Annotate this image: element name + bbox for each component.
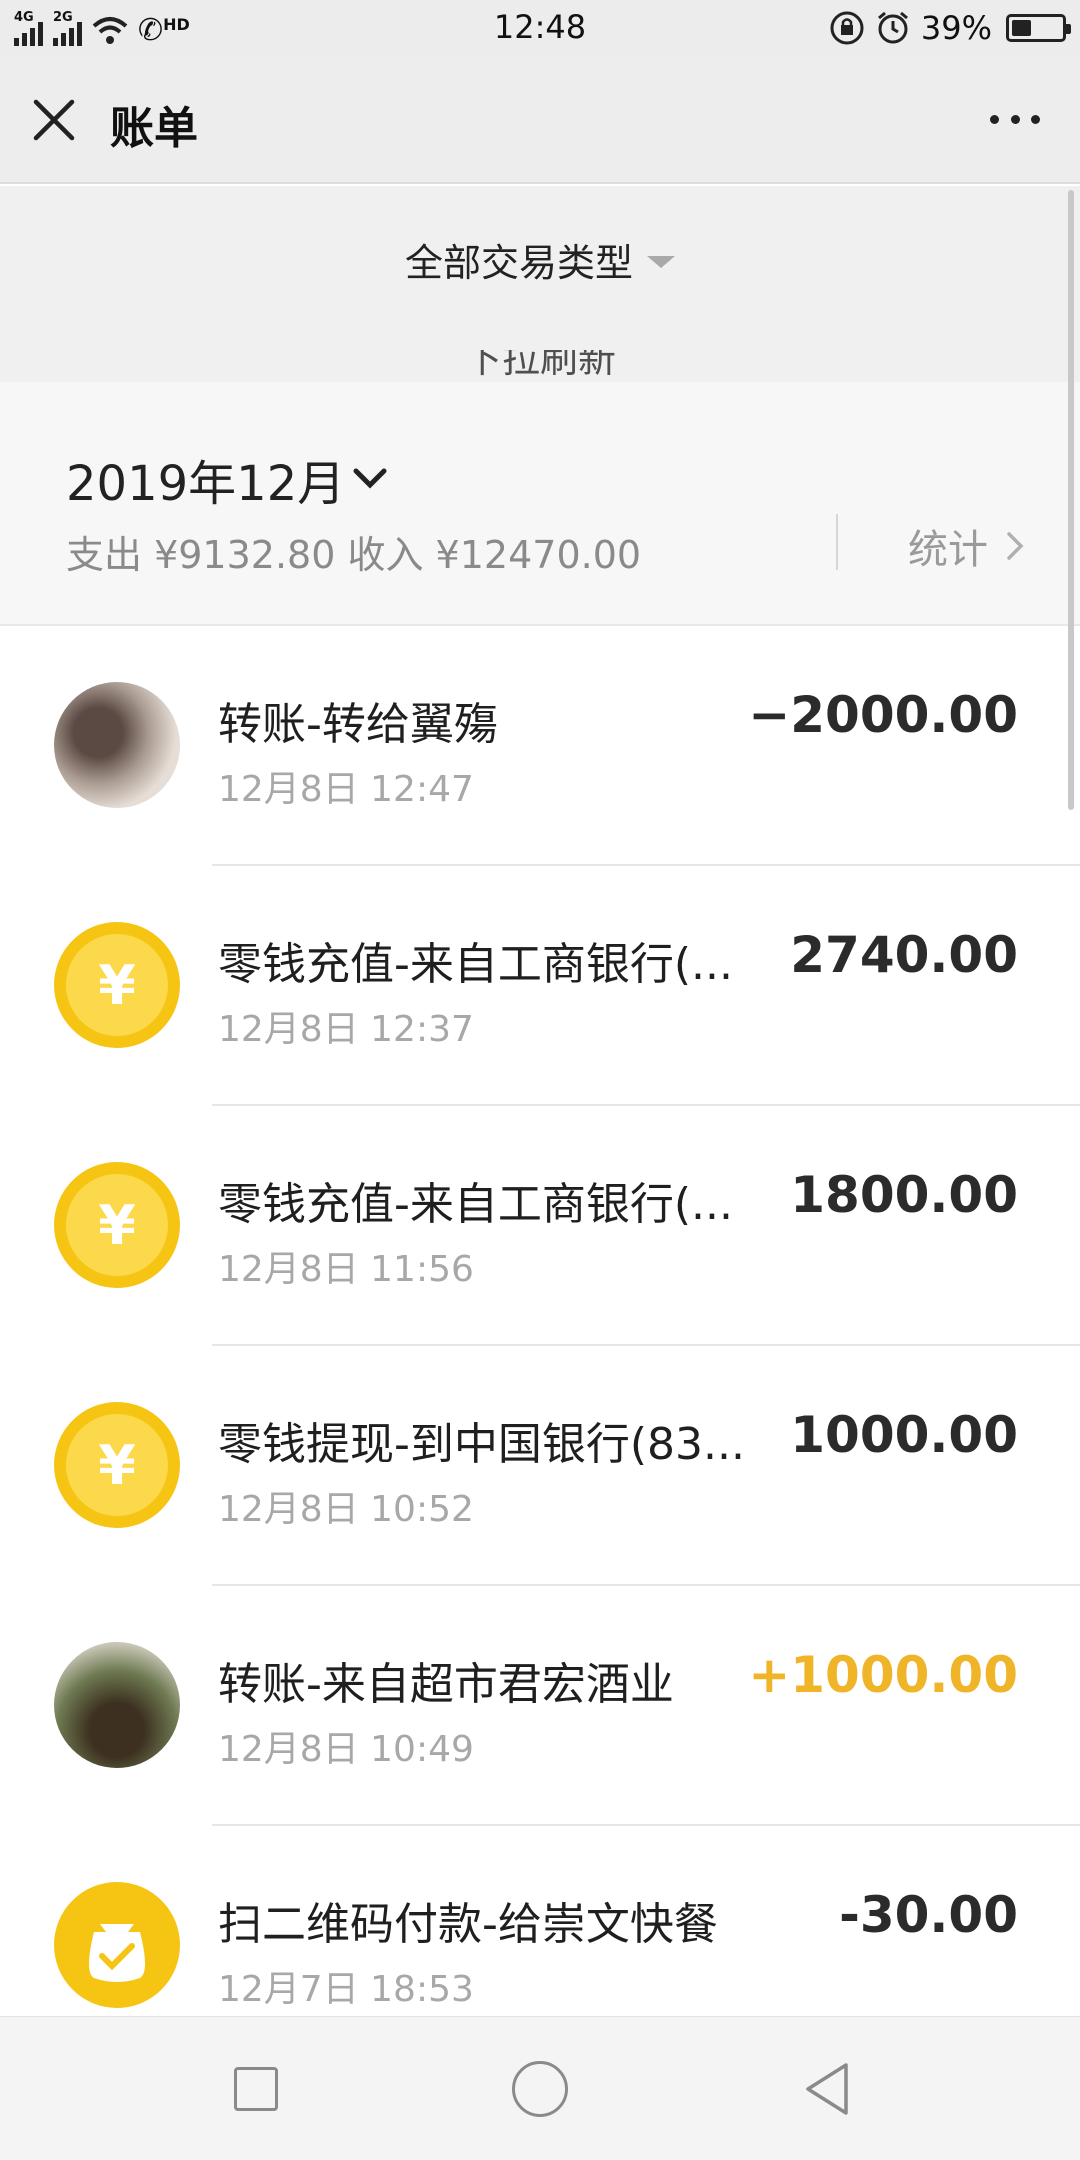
transaction-amount: −2000.00 bbox=[748, 686, 1018, 744]
transaction-title: 零钱提现-到中国银行(83... bbox=[218, 1419, 745, 1470]
status-bar: 4G 2G ✆ HD 12:48 39% bbox=[0, 0, 1080, 56]
transaction-type-label: 全部交易类型 bbox=[404, 241, 633, 285]
transaction-time: 12月8日 12:37 bbox=[218, 1009, 474, 1050]
month-summary-section: 2019年12月 支出 ¥9132.80 收入 ¥12470.00 统计 bbox=[0, 382, 1080, 626]
battery-level bbox=[1012, 20, 1031, 36]
transaction-title: 扫二维码付款-给崇文快餐 bbox=[218, 1899, 718, 1950]
battery-percent: 39% bbox=[920, 9, 992, 47]
transaction-title: 零钱充值-来自工商银行(... bbox=[218, 939, 734, 990]
battery-icon bbox=[1006, 14, 1071, 42]
home-icon[interactable] bbox=[512, 2061, 568, 2117]
status-right: 39% bbox=[829, 8, 1071, 48]
transaction-amount: 1000.00 bbox=[790, 1406, 1018, 1464]
transaction-amount: 1800.00 bbox=[790, 1166, 1018, 1224]
transaction-type-filter[interactable]: 全部交易类型 bbox=[0, 232, 1080, 287]
alarm-icon bbox=[877, 11, 908, 44]
chevron-right-icon bbox=[1007, 532, 1024, 560]
app-header: 账单 bbox=[0, 56, 1080, 184]
transaction-list: 转账-转给翼殤 12月8日 12:47 −2000.00 ¥ 零钱充值-来自工商银行(.… bbox=[0, 626, 1080, 2066]
contact-avatar bbox=[54, 682, 180, 808]
transaction-title: 零钱充值-来自工商银行(... bbox=[218, 1179, 734, 1230]
caret-down-icon bbox=[647, 255, 675, 268]
scrollbar[interactable] bbox=[1068, 190, 1074, 810]
page-title: 账单 bbox=[110, 103, 198, 154]
bill-page: 4G 2G ✆ HD 12:48 39% 账单 全部交易类型 下拉刷新 2019… bbox=[0, 0, 1080, 2160]
yuan-coin-icon: ¥ bbox=[54, 922, 180, 1048]
rotation-lock-icon bbox=[830, 11, 864, 45]
transaction-row[interactable]: 转账-来自超市君宏酒业 12月8日 10:49 +1000.00 bbox=[0, 1586, 1080, 1826]
transaction-row[interactable]: 转账-转给翼殤 12月8日 12:47 −2000.00 bbox=[0, 626, 1080, 866]
transaction-amount: -30.00 bbox=[839, 1886, 1018, 1944]
recent-apps-icon[interactable] bbox=[234, 2067, 278, 2111]
transaction-time: 12月8日 12:47 bbox=[218, 769, 474, 810]
back-icon[interactable] bbox=[802, 2061, 852, 2117]
contact-avatar bbox=[54, 1642, 180, 1768]
transaction-title: 转账-转给翼殤 bbox=[218, 699, 498, 750]
transaction-row[interactable]: ¥ 零钱充值-来自工商银行(... 12月8日 11:56 1800.00 bbox=[0, 1106, 1080, 1346]
system-nav-bar bbox=[0, 2016, 1080, 2160]
transaction-amount: 2740.00 bbox=[790, 926, 1018, 984]
money-bag-icon bbox=[54, 1882, 180, 2008]
divider bbox=[836, 514, 838, 570]
transaction-amount: +1000.00 bbox=[748, 1646, 1018, 1704]
filter-band: 全部交易类型 下拉刷新 bbox=[0, 186, 1080, 382]
yuan-coin-icon: ¥ bbox=[54, 1402, 180, 1528]
statistics-link[interactable]: 统计 bbox=[908, 518, 1024, 574]
more-icon[interactable] bbox=[990, 112, 1040, 126]
transaction-row[interactable]: ¥ 零钱提现-到中国银行(83... 12月8日 10:52 1000.00 bbox=[0, 1346, 1080, 1586]
transaction-time: 12月7日 18:53 bbox=[218, 1969, 474, 2010]
close-icon[interactable] bbox=[32, 98, 76, 142]
transaction-title: 转账-来自超市君宏酒业 bbox=[218, 1659, 674, 1710]
pull-refresh-text: 下拉刷新 bbox=[463, 337, 616, 381]
transaction-time: 12月8日 10:49 bbox=[218, 1729, 474, 1770]
transaction-time: 12月8日 11:56 bbox=[218, 1249, 474, 1290]
month-totals: 支出 ¥9132.80 收入 ¥12470.00 bbox=[66, 533, 642, 577]
chevron-down-icon[interactable] bbox=[352, 466, 388, 490]
yuan-coin-icon: ¥ bbox=[54, 1162, 180, 1288]
transaction-row[interactable]: ¥ 零钱充值-来自工商银行(... 12月8日 12:37 2740.00 bbox=[0, 866, 1080, 1106]
pull-to-refresh-hint: 下拉刷新 bbox=[0, 337, 1080, 382]
month-selector[interactable]: 2019年12月 bbox=[66, 444, 345, 514]
statistics-label: 统计 bbox=[908, 527, 988, 573]
transaction-time: 12月8日 10:52 bbox=[218, 1489, 474, 1530]
